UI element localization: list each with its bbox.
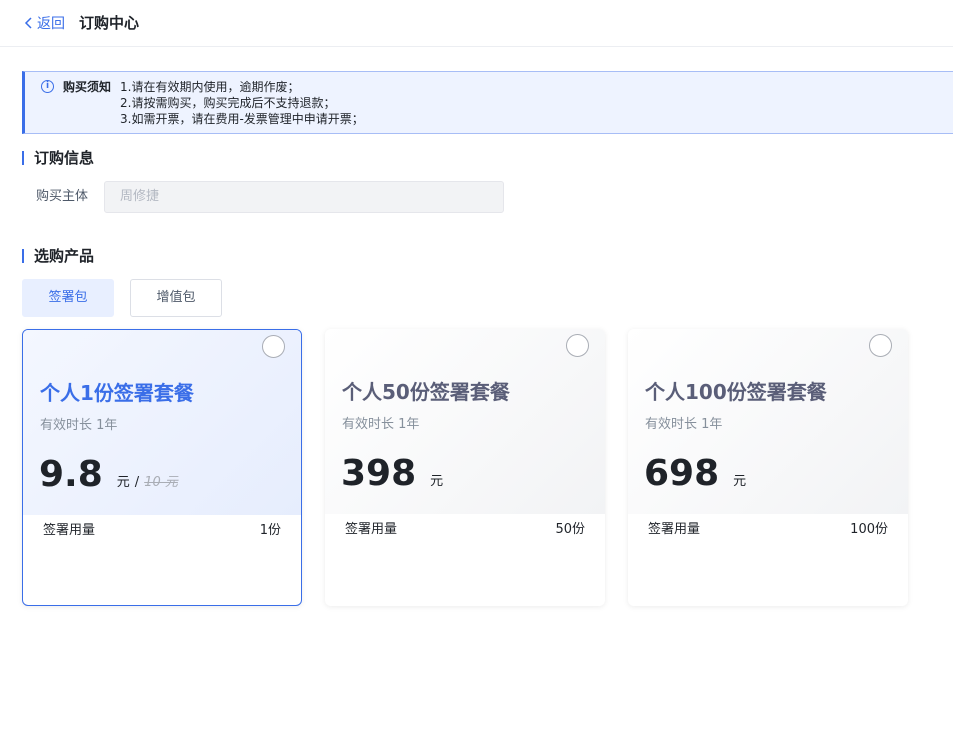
purchase-notice: i 购买须知 1.请在有效期内使用，逾期作废； 2.请按需购买，购买完成后不支持… — [22, 71, 953, 134]
package-card-3[interactable]: 个人100份签署套餐 有效时长 1年 698 元 签署用量 100份 — [628, 329, 908, 606]
info-icon: i — [41, 80, 54, 93]
chevron-left-icon — [24, 17, 32, 29]
package-price: 9.8 — [39, 454, 103, 495]
package-name: 个人100份签署套餐 — [645, 380, 827, 404]
radio-icon[interactable] — [566, 334, 589, 357]
package-validity: 有效时长 1年 — [645, 417, 723, 432]
back-button[interactable]: 返回 — [24, 14, 65, 32]
price-unit: 元 — [430, 474, 444, 489]
tab-value-added-pack[interactable]: 增值包 — [130, 279, 222, 317]
price-separator: / — [134, 475, 140, 490]
page-title: 订购中心 — [79, 14, 140, 32]
notice-title: 购买须知 — [63, 80, 112, 94]
tab-signing-pack[interactable]: 签署包 — [22, 279, 114, 317]
notice-line-2: 2.请按需购买，购买完成后不支持退款； — [120, 96, 336, 110]
price-row: 398 元 — [341, 450, 443, 498]
price-row: 9.8 元 / 10 元 — [39, 451, 178, 499]
package-name: 个人1份签署套餐 — [40, 381, 194, 405]
usage-value: 50份 — [555, 522, 585, 537]
original-price: 10 元 — [144, 475, 178, 490]
usage-value: 1份 — [259, 523, 281, 538]
subject-label: 购买主体 — [36, 189, 89, 204]
subject-field[interactable]: 周修捷 — [104, 181, 504, 213]
usage-label: 签署用量 — [345, 522, 398, 537]
notice-line-3: 3.如需开票，请在费用-发票管理中申请开票； — [120, 112, 364, 126]
usage-label: 签署用量 — [43, 523, 96, 538]
price-row: 698 元 — [644, 450, 746, 498]
price-unit: 元 — [116, 475, 130, 490]
package-price: 698 — [644, 453, 720, 494]
page-header: 返回 订购中心 — [0, 0, 953, 47]
package-card-1[interactable]: 个人1份签署套餐 有效时长 1年 9.8 元 / 10 元 签署用量 1份 — [22, 329, 302, 606]
package-name: 个人50份签署套餐 — [342, 380, 510, 404]
package-card-2[interactable]: 个人50份签署套餐 有效时长 1年 398 元 签署用量 50份 — [325, 329, 605, 606]
usage-label: 签署用量 — [648, 522, 701, 537]
notice-line-1: 1.请在有效期内使用，逾期作废； — [120, 80, 300, 94]
package-validity: 有效时长 1年 — [342, 417, 420, 432]
products-title: 选购产品 — [22, 247, 94, 265]
package-validity: 有效时长 1年 — [40, 418, 118, 433]
usage-value: 100份 — [850, 522, 888, 537]
radio-icon[interactable] — [262, 335, 285, 358]
package-price: 398 — [341, 453, 417, 494]
order-info-title: 订购信息 — [22, 149, 94, 167]
back-label: 返回 — [37, 16, 65, 32]
radio-icon[interactable] — [869, 334, 892, 357]
price-unit: 元 — [733, 474, 747, 489]
